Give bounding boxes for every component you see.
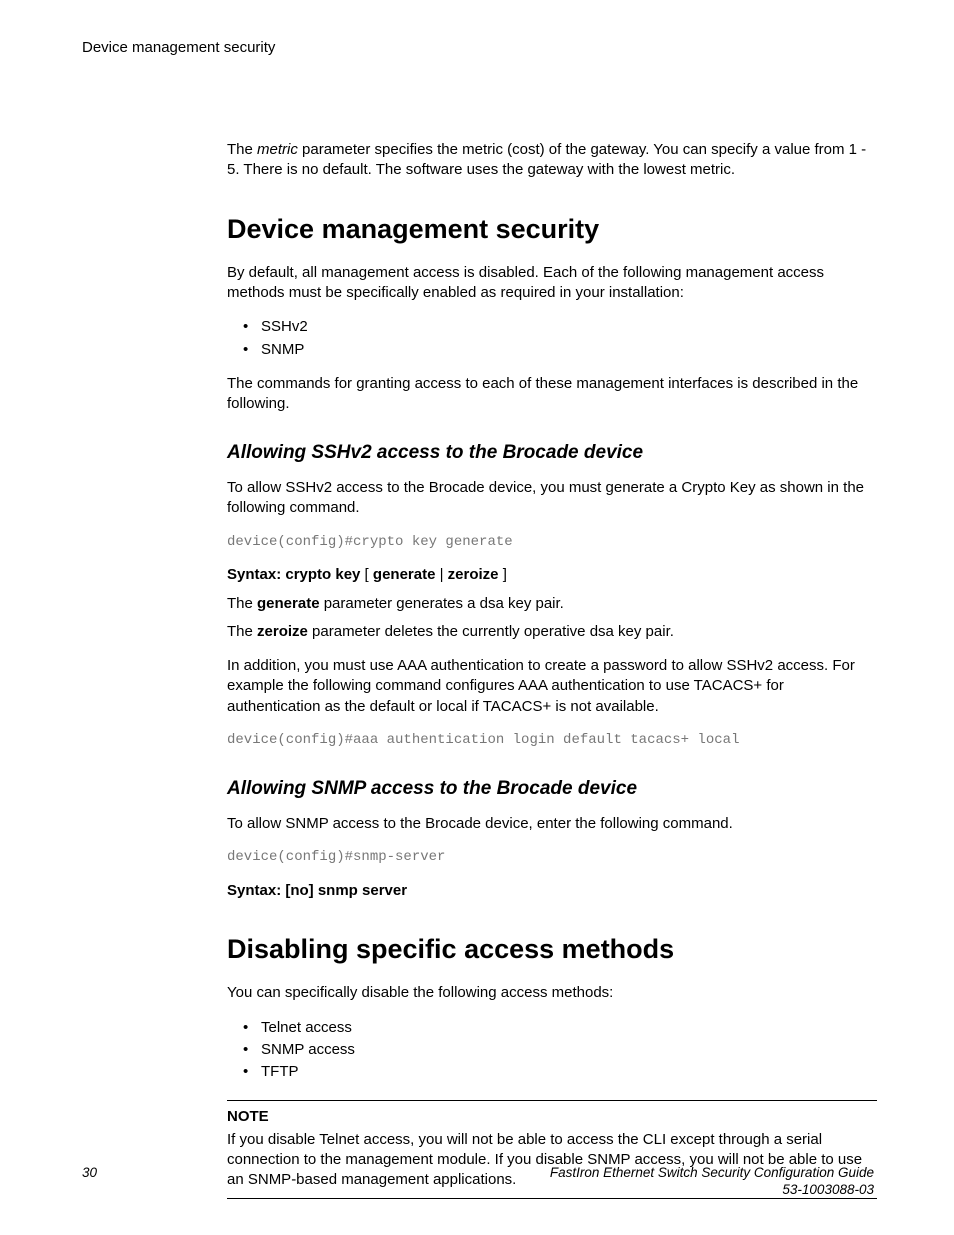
term-zeroize: zeroize <box>257 623 308 640</box>
text: [ <box>360 566 373 583</box>
text: ] <box>499 566 507 583</box>
heading-disabling-access-methods: Disabling specific access methods <box>227 931 877 967</box>
text: The <box>227 141 257 158</box>
syntax-line: Syntax: crypto key [ generate | zeroize … <box>227 565 877 585</box>
page-footer: 30 FastIron Ethernet Switch Security Con… <box>82 1164 874 1199</box>
page-number: 30 <box>82 1164 97 1182</box>
paragraph: The commands for granting access to each… <box>227 374 877 415</box>
syntax-generate: generate <box>373 566 436 583</box>
main-content: The metric parameter specifies the metri… <box>227 140 877 1199</box>
heading-allowing-sshv2: Allowing SSHv2 access to the Brocade dev… <box>227 440 877 466</box>
term-generate: generate <box>257 595 320 612</box>
access-methods-list: SSHv2 SNMP <box>227 317 877 360</box>
code-crypto-key: device(config)#crypto key generate <box>227 533 877 552</box>
footer-docnum: 53-1003088-03 <box>782 1182 874 1197</box>
doc-title: FastIron Ethernet Switch Security Config… <box>550 1164 874 1199</box>
text: | <box>435 566 447 583</box>
paragraph: You can specifically disable the followi… <box>227 983 877 1003</box>
syntax-line: Syntax: [no] snmp server <box>227 881 877 901</box>
text: parameter specifies the metric (cost) of… <box>227 141 866 178</box>
heading-device-management-security: Device management security <box>227 211 877 247</box>
footer-title: FastIron Ethernet Switch Security Config… <box>550 1165 874 1180</box>
text: The <box>227 595 257 612</box>
code-aaa-auth: device(config)#aaa authentication login … <box>227 731 877 750</box>
text: The <box>227 623 257 640</box>
heading-allowing-snmp: Allowing SNMP access to the Brocade devi… <box>227 776 877 802</box>
syntax-snmp: Syntax: [no] snmp server <box>227 882 407 899</box>
note-label: NOTE <box>227 1107 877 1127</box>
list-item: SNMP access <box>227 1040 877 1060</box>
list-item: Telnet access <box>227 1018 877 1038</box>
paragraph: In addition, you must use AAA authentica… <box>227 656 877 717</box>
syntax-zeroize: zeroize <box>448 566 499 583</box>
paragraph: To allow SNMP access to the Brocade devi… <box>227 814 877 834</box>
paragraph: The zeroize parameter deletes the curren… <box>227 622 877 642</box>
intro-paragraph: The metric parameter specifies the metri… <box>227 140 877 181</box>
list-item: TFTP <box>227 1062 877 1082</box>
text: parameter generates a dsa key pair. <box>320 595 564 612</box>
param-metric: metric <box>257 141 298 158</box>
paragraph: By default, all management access is dis… <box>227 263 877 304</box>
text: parameter deletes the currently operativ… <box>308 623 674 640</box>
paragraph: To allow SSHv2 access to the Brocade dev… <box>227 478 877 519</box>
running-header: Device management security <box>82 38 275 58</box>
list-item: SSHv2 <box>227 317 877 337</box>
paragraph: The generate parameter generates a dsa k… <box>227 594 877 614</box>
disable-methods-list: Telnet access SNMP access TFTP <box>227 1018 877 1083</box>
code-snmp-server: device(config)#snmp-server <box>227 848 877 867</box>
syntax-label: Syntax: crypto key <box>227 566 360 583</box>
list-item: SNMP <box>227 340 877 360</box>
